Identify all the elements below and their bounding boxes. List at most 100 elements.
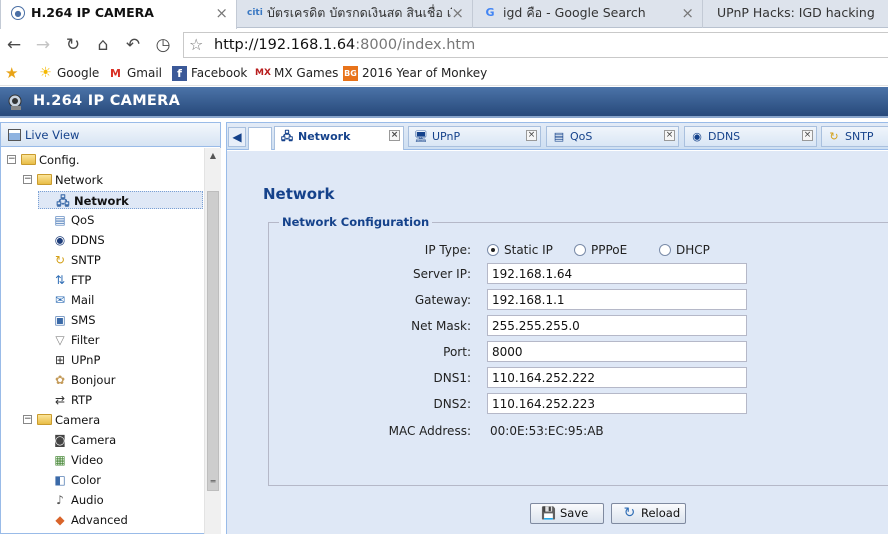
tree-item[interactable]: ◧ Color [4, 471, 204, 489]
sms-icon: ▣ [54, 313, 66, 327]
tree-label: Mail [71, 293, 95, 307]
star-icon[interactable]: ★ [5, 64, 18, 82]
tree-item[interactable]: ⇅ FTP [4, 271, 204, 289]
right-panel: ◀ 🖧 Network × 🖥 UPnP × ▤ QoS × ◉ DDNS × … [226, 122, 888, 534]
close-icon[interactable]: × [664, 130, 675, 141]
ddns-icon: ◉ [692, 130, 702, 143]
scroll-up-icon[interactable]: ▲ [205, 148, 221, 164]
tree-label: Color [71, 473, 102, 487]
tree-folder[interactable]: − Camera [4, 411, 204, 429]
reload-button[interactable]: ↻ Reload [611, 503, 686, 524]
radio-pppoe[interactable]: PPPoE [574, 243, 627, 257]
address-bar[interactable]: ☆ http://192.168.1.64:8000/index.htm [183, 32, 888, 58]
close-icon[interactable]: × [215, 0, 228, 26]
bookmark-google[interactable]: ☀ Google [38, 65, 99, 82]
tree-item[interactable]: 🖧 Network [38, 191, 203, 209]
live-view-icon [8, 129, 21, 141]
radio-dot[interactable] [487, 244, 499, 256]
home-icon[interactable]: ⌂ [93, 35, 113, 55]
tab-ddns[interactable]: ◉ DDNS × [684, 126, 817, 147]
folder-icon [21, 154, 36, 165]
dns1-input[interactable] [487, 367, 747, 388]
back-arrow-icon[interactable]: ← [4, 35, 24, 55]
network-icon: 🖧 [280, 130, 294, 143]
rtp-icon: ⇄ [54, 393, 66, 407]
bookmark-gmail[interactable]: M Gmail [108, 65, 162, 82]
tree-label: Network [55, 173, 104, 187]
color-icon: ◧ [54, 473, 66, 487]
tab-qos[interactable]: ▤ QoS × [546, 126, 679, 147]
floppy-disk-icon: 💾 [541, 506, 556, 520]
tree-folder[interactable]: − Network [4, 171, 204, 189]
fieldset-legend: Network Configuration [279, 215, 433, 229]
tree-item[interactable]: ✉ Mail [4, 291, 204, 309]
tree-item[interactable]: ↻ SNTP [4, 251, 204, 269]
close-icon[interactable]: × [389, 130, 400, 141]
save-button[interactable]: 💾 Save [530, 503, 604, 524]
scroll-thumb[interactable] [207, 191, 219, 491]
browser-tab-label: UPnP Hacks: IGD hacking [717, 5, 875, 20]
tree-item[interactable]: ✿ Bonjour [4, 371, 204, 389]
tree-item[interactable]: ⊞ UPnP [4, 351, 204, 369]
browser-tab-label: igd คือ - Google Search [503, 5, 646, 20]
camera-icon [8, 94, 22, 110]
reload-icon[interactable]: ↻ [63, 35, 83, 55]
audio-icon: ♪ [56, 493, 64, 507]
gmail-icon: M [110, 67, 121, 80]
browser-tab-camera[interactable]: ● H.264 IP CAMERA × [0, 0, 237, 29]
tab-upnp[interactable]: 🖥 UPnP × [408, 126, 541, 147]
close-icon[interactable]: × [802, 130, 813, 141]
live-view-header[interactable]: Live View [1, 123, 220, 147]
close-icon[interactable]: × [451, 0, 464, 26]
bookmarks-bar: ★ ☀ Google M Gmail f Facebook MX MX Games BG… [0, 61, 888, 86]
browser-tab-google[interactable]: G igd คือ - Google Search × [473, 0, 703, 28]
bookmark-star-icon[interactable]: ☆ [189, 35, 203, 54]
browser-tab-upnp[interactable]: UPnP Hacks: IGD hacking [703, 0, 888, 28]
tree-item[interactable]: ♪ Audio [4, 491, 204, 509]
filter-icon: ▽ [55, 333, 65, 347]
tab-scroll-left-icon[interactable]: ◀ [228, 127, 246, 147]
tree-item[interactable]: ⇄ RTP [4, 391, 204, 409]
dns1-label: DNS1: [433, 371, 471, 385]
tree-item[interactable]: ▦ Video [4, 451, 204, 469]
mx-games-icon: MX [255, 68, 271, 78]
net-mask-input[interactable] [487, 315, 747, 336]
tab-sntp[interactable]: ↻ SNTP [821, 126, 888, 147]
tree-item[interactable]: ◙ Camera [4, 431, 204, 449]
left-scrollbar[interactable]: ▲ ═ [204, 148, 221, 534]
tree-label: RTP [71, 393, 93, 407]
tree-item[interactable]: ◉ DDNS [4, 231, 204, 249]
dns2-input[interactable] [487, 393, 747, 414]
tree-item[interactable]: ▽ Filter [4, 331, 204, 349]
undo-icon[interactable]: ↶ [123, 35, 143, 55]
bookmark-facebook[interactable]: f Facebook [172, 65, 247, 82]
radio-static-ip[interactable]: Static IP [487, 243, 553, 257]
radio-dot[interactable] [659, 244, 671, 256]
collapse-icon[interactable]: − [7, 155, 16, 164]
history-icon[interactable]: ◷ [153, 35, 173, 55]
browser-tab-citi[interactable]: citi บัตรเครดิต บัตรกดเงินสด สินเชื่อ เง… [237, 0, 473, 28]
network-icon: 🖧 [56, 194, 70, 208]
collapse-icon[interactable]: − [23, 175, 32, 184]
close-icon[interactable]: × [681, 0, 694, 26]
radio-dot[interactable] [574, 244, 586, 256]
radio-dhcp[interactable]: DHCP [659, 243, 710, 257]
tree-folder[interactable]: − Config. [4, 151, 204, 169]
bookmark-year-of-monkey[interactable]: BG 2016 Year of Monkey [343, 65, 487, 82]
close-icon[interactable]: × [526, 130, 537, 141]
tab-network[interactable]: 🖧 Network × [274, 126, 404, 150]
tree-item[interactable]: ▣ SMS [4, 311, 204, 329]
network-configuration-fieldset: Network Configuration IP Type: Static IP… [268, 215, 888, 486]
collapse-icon[interactable]: − [23, 415, 32, 424]
tree-item[interactable]: ▤ QoS [4, 211, 204, 229]
server-ip-input[interactable] [487, 263, 747, 284]
refresh-icon: ↻ [623, 505, 636, 521]
video-icon: ▦ [54, 453, 66, 467]
tree-label: Bonjour [71, 373, 116, 387]
tree-item[interactable]: ◆ Advanced [4, 511, 204, 529]
forward-arrow-icon[interactable]: → [33, 35, 53, 55]
gateway-input[interactable] [487, 289, 747, 310]
bookmark-mx-games[interactable]: MX MX Games [255, 65, 338, 82]
ftp-icon: ⇅ [54, 273, 66, 287]
port-input[interactable] [487, 341, 747, 362]
